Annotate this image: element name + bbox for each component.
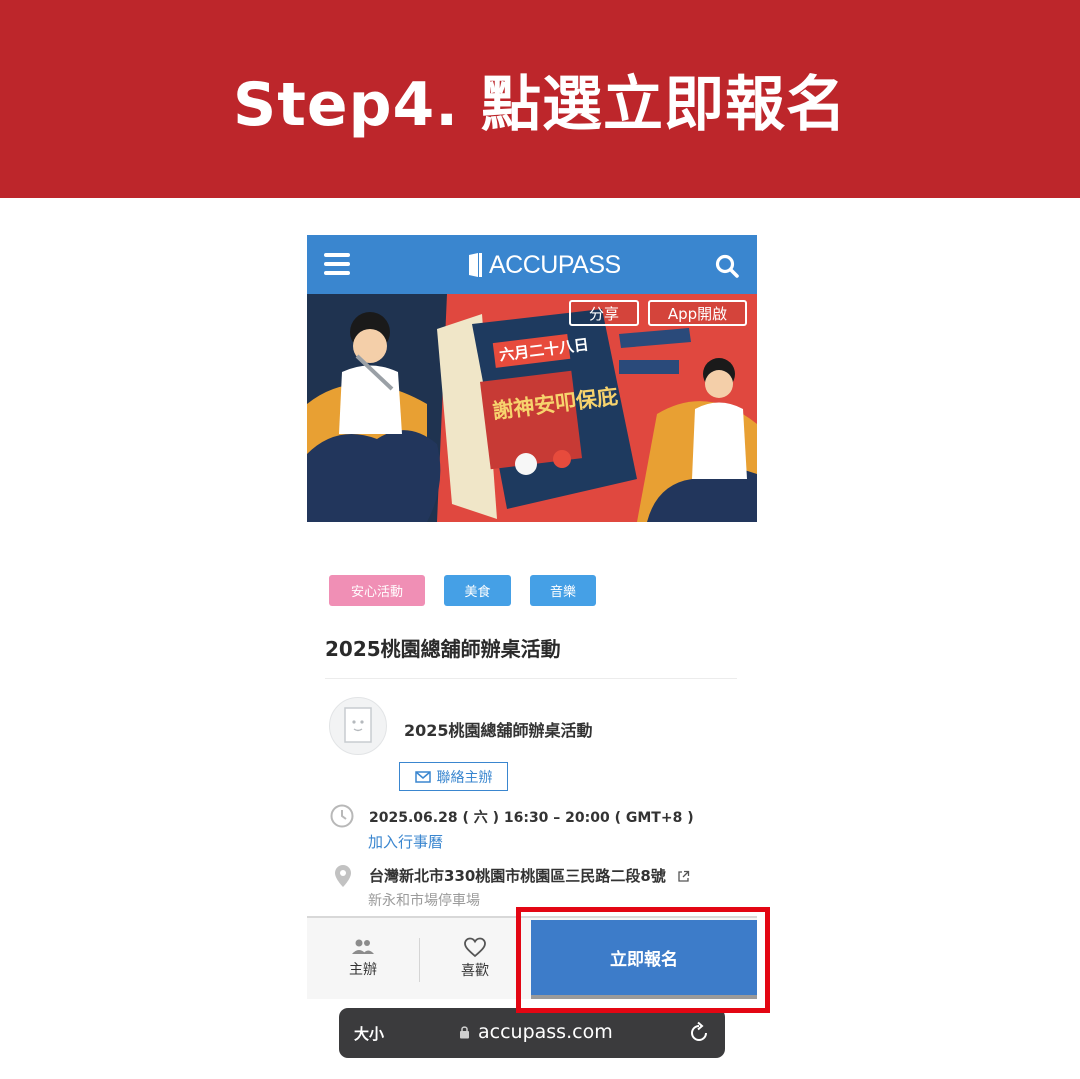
contact-organizer-label: 聯絡主辦 [436,769,493,786]
register-highlight-box [516,907,770,1013]
tag-safe-event[interactable]: 安心活動 [329,575,425,606]
event-address: 台灣新北市330桃園市桃園區三民路二段8號 [369,865,690,886]
tag-food[interactable]: 美食 [444,575,511,606]
organizer-avatar[interactable] [329,697,387,755]
brand-name: ACCUPASS [489,250,621,279]
app-header: ACCUPASS [307,235,757,294]
event-title: 2025桃園總舖師辦桌活動 [325,637,561,661]
like-button[interactable]: 喜歡 [420,918,530,999]
people-icon [352,939,374,954]
tag-music[interactable]: 音樂 [530,575,596,606]
header-banner: Step4. 點選立即報名 [0,0,1080,198]
clock-icon [330,804,354,828]
browser-url-bar[interactable]: 大小 accupass.com [339,1008,725,1058]
reload-icon[interactable] [687,1021,711,1045]
accupass-logo-icon [467,252,483,278]
hamburger-menu-icon[interactable] [324,253,350,275]
organizer-name[interactable]: 2025桃園總舖師辦桌活動 [404,717,593,741]
external-link-icon[interactable] [677,870,690,883]
open-app-button[interactable]: App開啟 [648,300,747,326]
location-pin-icon [335,865,351,887]
contact-organizer-button[interactable]: 聯絡主辦 [399,762,508,791]
url-field[interactable]: accupass.com [459,1021,613,1043]
host-button[interactable]: 主辦 [307,918,419,999]
parking-info: 新永和市場停車場 [368,893,480,909]
add-to-calendar-link[interactable]: 加入行事曆 [368,831,443,852]
divider [325,678,737,679]
share-button[interactable]: 分享 [569,300,639,326]
heart-icon [464,937,486,958]
brand-logo[interactable]: ACCUPASS [467,249,621,281]
host-label: 主辦 [349,962,377,978]
search-icon[interactable] [714,253,740,279]
lock-icon [460,1026,469,1039]
event-datetime: 2025.06.28 ( 六 ) 16:30 – 20:00 ( GMT+8 ) [369,810,694,826]
banner-title: Step4. 點選立即報名 [233,69,847,140]
text-size-button[interactable]: 大小 [354,1023,384,1044]
mail-icon [414,770,431,783]
event-address-text: 台灣新北市330桃園市桃園區三民路二段8號 [369,867,666,885]
url-text: accupass.com [478,1021,613,1043]
like-label: 喜歡 [461,963,489,979]
event-banner-image: 六月二十八日 謝神安叩保庇 分享 App開啟 [307,294,757,522]
